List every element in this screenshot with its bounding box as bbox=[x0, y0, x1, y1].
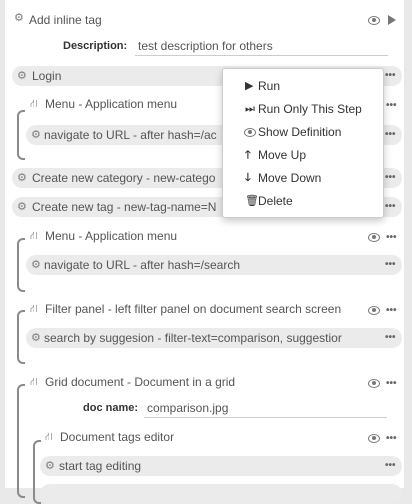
doc-name-label: doc name: bbox=[83, 402, 139, 414]
step-start-tag-editing[interactable]: ⚙ start tag editing ••• bbox=[40, 456, 402, 476]
gears-icon: ⚙ bbox=[17, 70, 27, 82]
eye-icon bbox=[244, 128, 256, 137]
menu-item-delete[interactable]: 🗑 Delete bbox=[223, 190, 383, 212]
menu-item-run[interactable]: ▶ Run bbox=[223, 75, 383, 97]
step-forward-icon: ⏭ bbox=[245, 103, 255, 115]
description-field[interactable]: test description for others bbox=[135, 37, 388, 56]
ellipsis-icon[interactable]: ••• bbox=[386, 379, 397, 389]
arrow-down-icon: 🡓 bbox=[245, 172, 251, 184]
group-bracket bbox=[17, 238, 25, 292]
ellipsis-icon[interactable]: ••• bbox=[386, 434, 397, 444]
menu-item-run-only-step[interactable]: ⏭ Run Only This Step bbox=[223, 98, 383, 120]
sitemap-icon: ⛙ bbox=[30, 230, 38, 242]
eye-icon[interactable] bbox=[368, 306, 380, 315]
step-title: navigate to URL - after hash=/search bbox=[44, 258, 240, 272]
context-menu: ▶ Run ⏭ Run Only This Step Show Definiti… bbox=[222, 68, 384, 218]
step-title: navigate to URL - after hash=/ac bbox=[44, 128, 217, 142]
ellipsis-icon[interactable]: ••• bbox=[385, 333, 396, 343]
component-title: Filter panel - left filter panel on docu… bbox=[45, 302, 342, 316]
gears-icon: ⚙ bbox=[14, 12, 24, 24]
step-add-inline-tag[interactable]: ⚙ Add inline tag bbox=[10, 10, 400, 30]
trash-icon: 🗑 bbox=[245, 195, 259, 207]
ellipsis-icon[interactable]: ••• bbox=[385, 461, 396, 471]
menu-item-show-definition[interactable]: Show Definition bbox=[223, 121, 383, 143]
menu-item-move-down[interactable]: 🡓 Move Down bbox=[223, 167, 383, 189]
play-icon[interactable] bbox=[388, 15, 396, 25]
group-bracket bbox=[17, 310, 25, 364]
gears-icon: ⚙ bbox=[31, 332, 41, 344]
step-title: Create new tag - new-tag-name=N bbox=[32, 200, 217, 214]
sitemap-icon: ⛙ bbox=[30, 303, 38, 315]
sitemap-icon: ⛙ bbox=[30, 98, 38, 110]
component-title: Document tags editor bbox=[60, 430, 175, 444]
gears-icon: ⚙ bbox=[17, 201, 27, 213]
ellipsis-icon[interactable]: ••• bbox=[385, 260, 396, 270]
eye-icon[interactable] bbox=[368, 16, 380, 25]
arrow-up-icon: 🡑 bbox=[245, 149, 251, 161]
eye-icon[interactable] bbox=[368, 434, 380, 443]
ellipsis-icon[interactable]: ••• bbox=[385, 173, 396, 183]
gears-icon: ⚙ bbox=[31, 129, 41, 141]
step-title: start tag editing bbox=[59, 459, 142, 473]
description-label: Description: bbox=[63, 40, 128, 52]
ellipsis-icon[interactable]: ••• bbox=[386, 233, 397, 243]
step-next[interactable] bbox=[40, 484, 402, 504]
gears-icon: ⚙ bbox=[45, 460, 55, 472]
step-search-suggestion[interactable]: ⚙ search by suggesion - filter-text=comp… bbox=[26, 328, 402, 348]
step-title: search by suggesion - filter-text=compar… bbox=[44, 331, 342, 345]
ellipsis-icon[interactable]: ••• bbox=[386, 306, 397, 316]
group-bracket bbox=[17, 110, 25, 160]
eye-icon[interactable] bbox=[368, 379, 380, 388]
gears-icon: ⚙ bbox=[31, 259, 41, 271]
step-title: Create new category - new-catego bbox=[32, 171, 216, 185]
sitemap-icon: ⛙ bbox=[45, 431, 53, 443]
component-title: Menu - Application menu bbox=[45, 97, 178, 111]
component-title: Grid document - Document in a grid bbox=[45, 375, 236, 389]
step-navigate-url-2[interactable]: ⚙ navigate to URL - after hash=/search •… bbox=[26, 255, 402, 275]
ellipsis-icon[interactable]: ••• bbox=[386, 101, 397, 111]
play-icon: ▶ bbox=[245, 80, 254, 92]
step-title: Add inline tag bbox=[29, 13, 102, 27]
doc-name-field[interactable]: comparison.jpg bbox=[144, 399, 387, 418]
ellipsis-icon[interactable]: ••• bbox=[385, 130, 396, 140]
group-bracket bbox=[17, 384, 25, 498]
step-title: Login bbox=[32, 69, 62, 83]
ellipsis-icon[interactable]: ••• bbox=[385, 202, 396, 212]
eye-icon[interactable] bbox=[368, 233, 380, 242]
gears-icon: ⚙ bbox=[17, 172, 27, 184]
component-title: Menu - Application menu bbox=[45, 229, 178, 243]
ellipsis-icon[interactable]: ••• bbox=[385, 71, 396, 81]
sitemap-icon: ⛙ bbox=[30, 376, 38, 388]
menu-item-move-up[interactable]: 🡑 Move Up bbox=[223, 144, 383, 166]
